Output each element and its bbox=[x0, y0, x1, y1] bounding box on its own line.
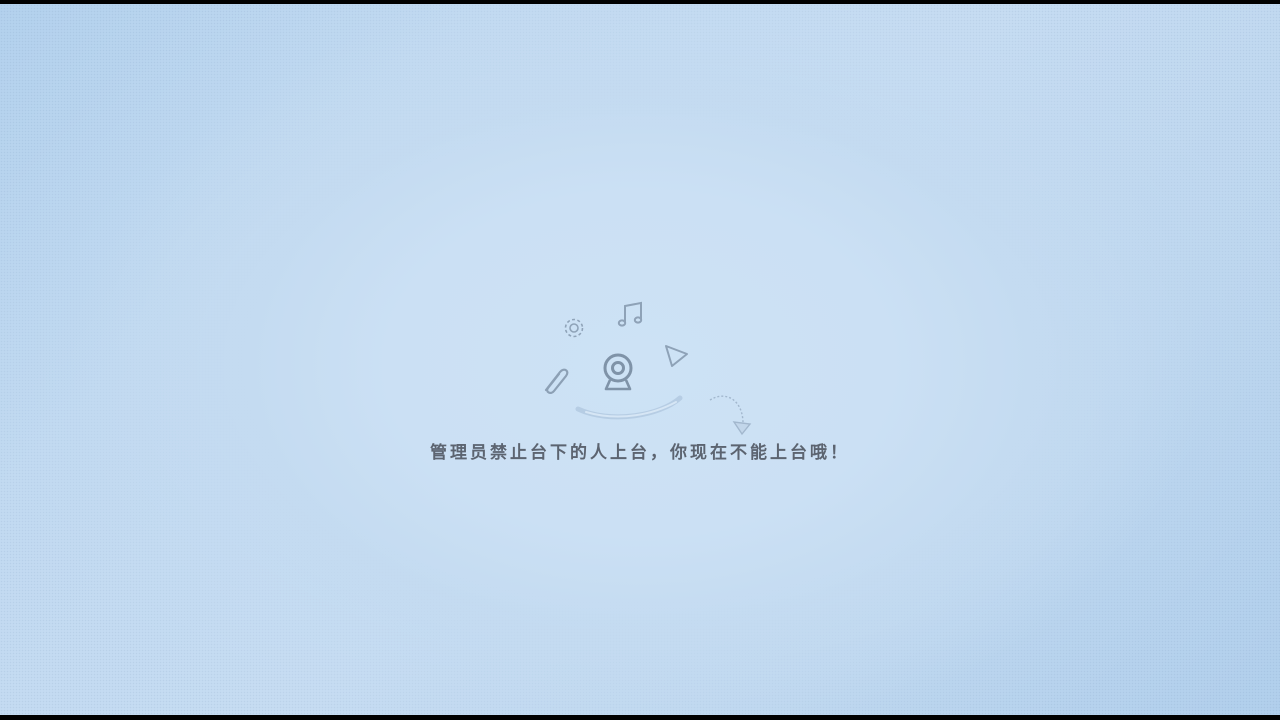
arrow-icon bbox=[709, 395, 752, 436]
empty-state-message: 管理员禁止台下的人上台，你现在不能上台哦！ bbox=[430, 443, 850, 463]
play-icon bbox=[665, 345, 688, 367]
empty-state-illustration bbox=[544, 301, 752, 436]
music-note-icon bbox=[617, 301, 643, 327]
empty-state-panel: 管理员禁止台下的人上台，你现在不能上台哦！ bbox=[0, 4, 1280, 715]
webcam-icon bbox=[603, 353, 633, 391]
paperclip-icon bbox=[544, 368, 569, 394]
gear-icon bbox=[564, 318, 584, 338]
